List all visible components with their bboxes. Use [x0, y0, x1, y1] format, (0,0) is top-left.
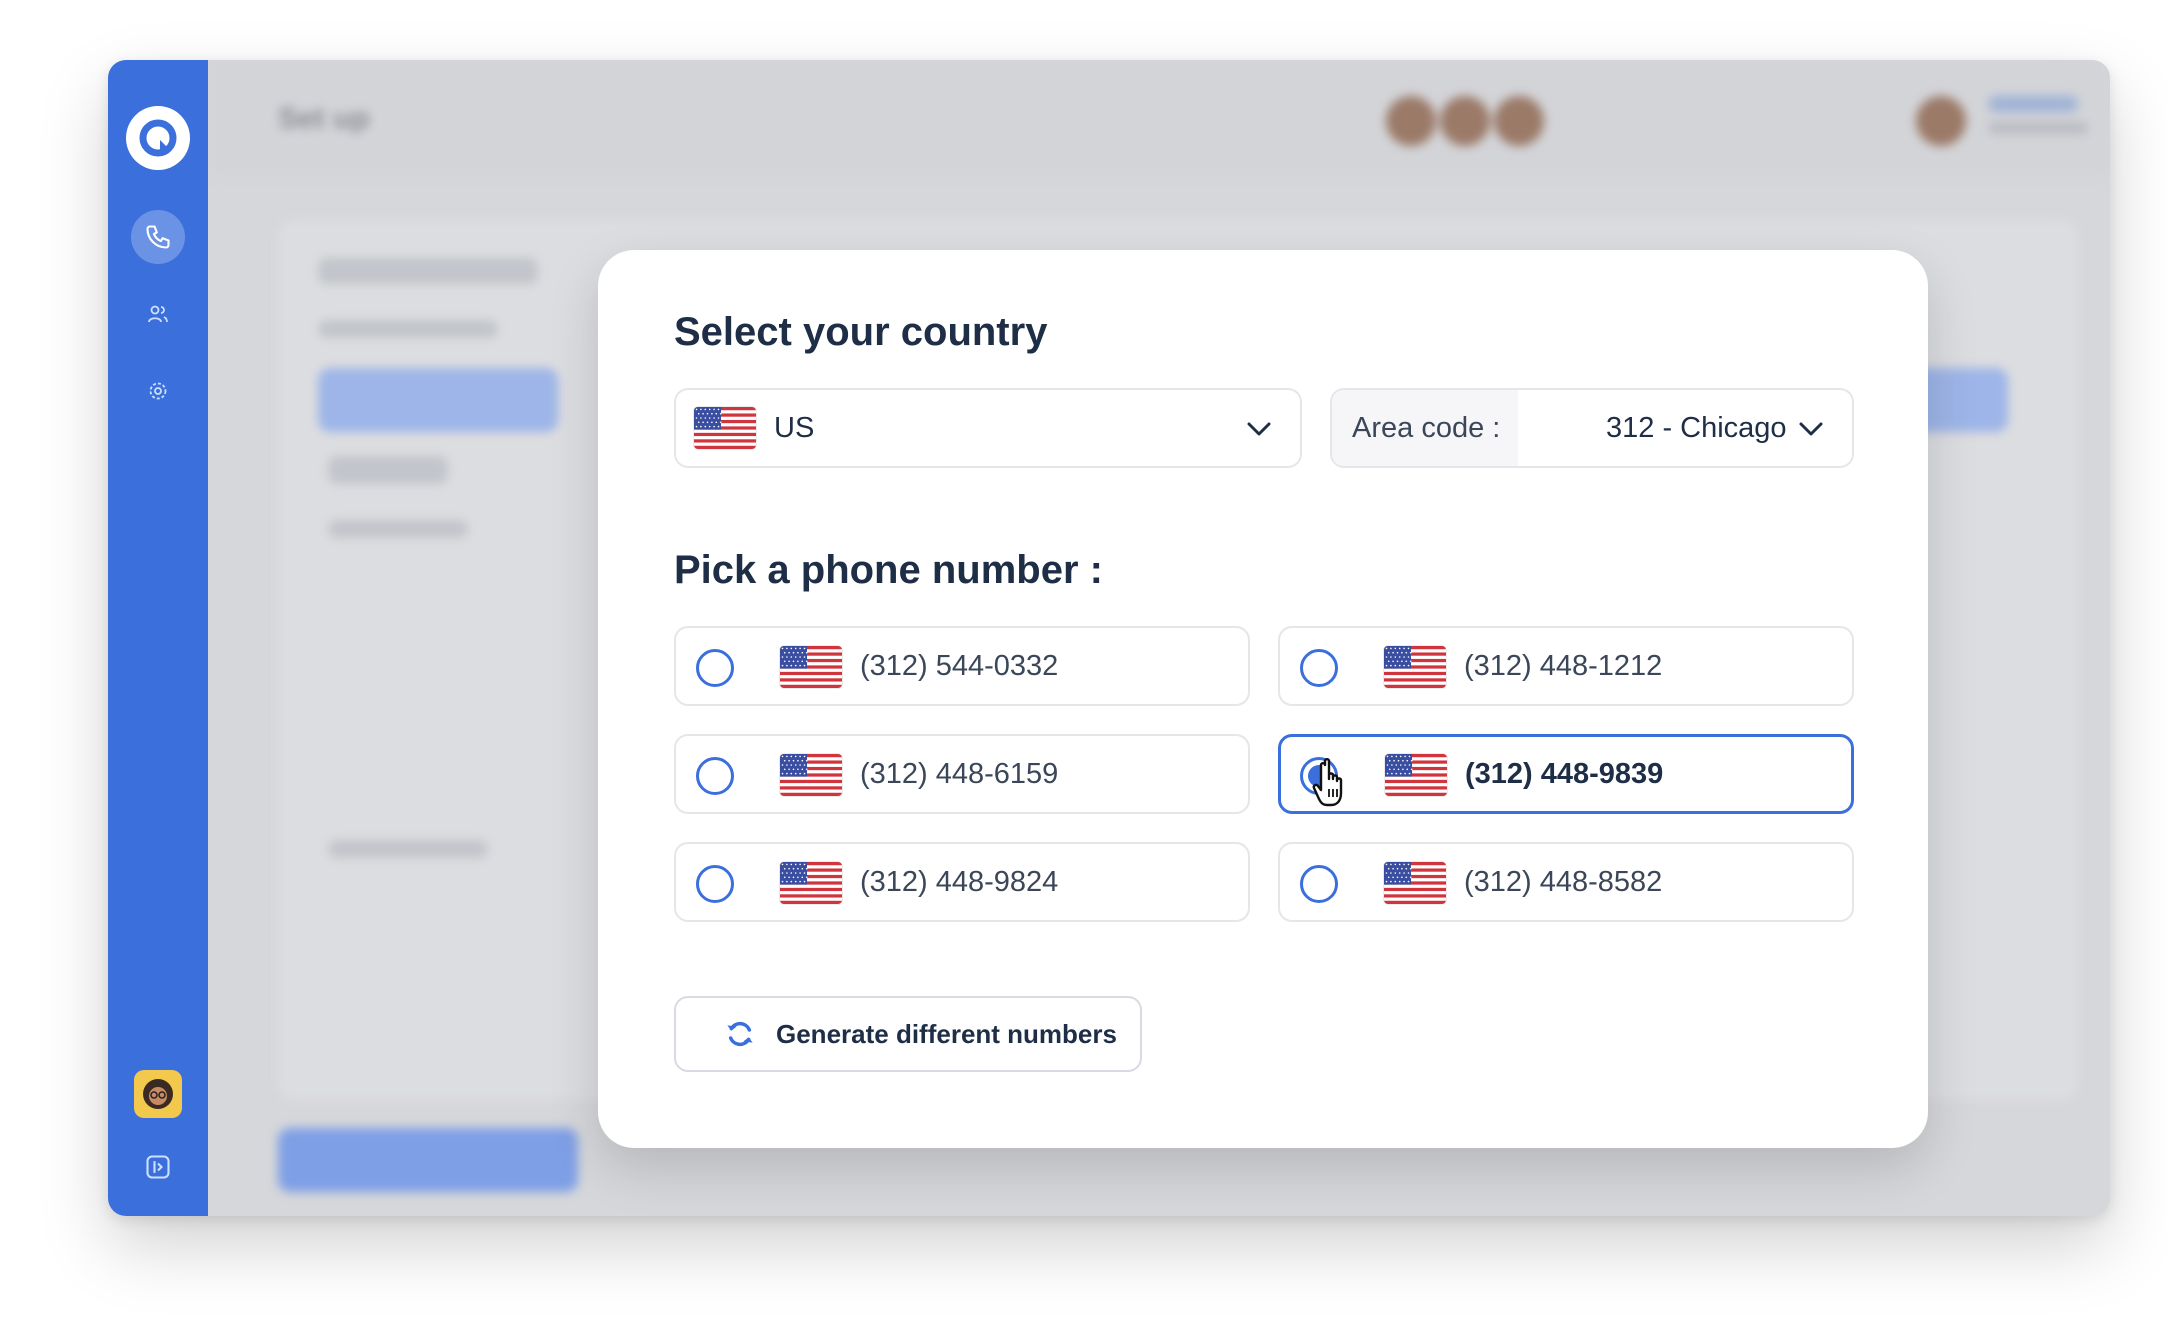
app-window: Set up Select your country US Area code …: [108, 60, 2110, 1216]
radio-button[interactable]: [696, 865, 734, 903]
phone-option[interactable]: (312) 544-0332: [674, 626, 1250, 706]
users-icon: [148, 305, 168, 323]
expand-sidebar-button[interactable]: [131, 1140, 185, 1194]
area-code-select[interactable]: Area code : 312 - Chicago: [1330, 388, 1854, 468]
sidebar-item-settings[interactable]: [131, 364, 185, 418]
phone-option[interactable]: (312) 448-1212: [1278, 626, 1854, 706]
us-flag-icon: [780, 754, 842, 796]
sidebar: [108, 60, 208, 1216]
user-subtitle-placeholder: [1988, 122, 2088, 134]
hand-cursor-icon: [1312, 758, 1343, 807]
background-button: [318, 368, 558, 432]
country-select[interactable]: US: [674, 388, 1302, 468]
sidebar-item-users[interactable]: [131, 287, 185, 341]
background-create-button: [278, 1128, 578, 1192]
refresh-icon: [727, 1021, 753, 1047]
background-text: [328, 520, 468, 538]
radio-button[interactable]: [696, 757, 734, 795]
phone-number: (312) 448-9824: [860, 866, 1059, 898]
us-flag-icon: [780, 646, 842, 688]
background-heading: [318, 258, 538, 284]
sidebar-item-phone[interactable]: [131, 210, 185, 264]
background-header: Set up: [208, 60, 2110, 176]
avatar: [1440, 96, 1490, 146]
us-flag-icon: [1384, 646, 1446, 688]
chevron-down-icon: [1247, 422, 1271, 436]
phone-option[interactable]: (312) 448-8582: [1278, 842, 1854, 922]
background-page-title: Set up: [278, 102, 370, 135]
country-heading: Select your country: [674, 310, 1048, 354]
area-code-value: 312 - Chicago: [1606, 412, 1787, 444]
phone-option-selected[interactable]: (312) 448-9839: [1278, 734, 1854, 814]
radio-button[interactable]: [696, 649, 734, 687]
avatar: [1386, 96, 1436, 146]
phone-option[interactable]: (312) 448-6159: [674, 734, 1250, 814]
radio-button[interactable]: [1300, 865, 1338, 903]
chevron-down-icon: [1799, 422, 1823, 436]
phone-option[interactable]: (312) 448-9824: [674, 842, 1250, 922]
country-select-value: US: [774, 411, 815, 444]
avatar: [1494, 96, 1544, 146]
expand-sidebar-icon: [146, 1155, 170, 1179]
avatar-icon: [143, 1079, 173, 1109]
us-flag-icon: [780, 862, 842, 904]
phone-icon: [146, 225, 170, 249]
phone-number: (312) 448-8582: [1464, 866, 1663, 898]
background-text: [318, 320, 498, 338]
numbers-heading: Pick a phone number :: [674, 548, 1103, 592]
phone-number: (312) 448-1212: [1464, 650, 1663, 682]
logo-icon: [139, 119, 177, 157]
background-text: [328, 456, 448, 484]
us-flag-icon: [1385, 754, 1447, 796]
app-logo[interactable]: [126, 106, 190, 170]
background-text: [328, 840, 488, 858]
radio-button[interactable]: [1300, 649, 1338, 687]
us-flag-icon: [694, 407, 756, 449]
us-flag-icon: [1384, 862, 1446, 904]
generate-numbers-button[interactable]: Generate different numbers: [674, 996, 1142, 1072]
phone-number: (312) 544-0332: [860, 650, 1059, 682]
user-avatar[interactable]: [134, 1070, 182, 1118]
phone-number-modal: Select your country US Area code : 312 -…: [598, 250, 1928, 1148]
phone-number: (312) 448-6159: [860, 758, 1059, 790]
phone-number: (312) 448-9839: [1465, 758, 1664, 790]
area-code-label: Area code :: [1332, 390, 1518, 466]
user-name-placeholder: [1988, 96, 2078, 112]
user-avatar: [1916, 96, 1966, 146]
generate-numbers-label: Generate different numbers: [776, 1018, 1117, 1049]
gear-icon: [149, 382, 167, 400]
